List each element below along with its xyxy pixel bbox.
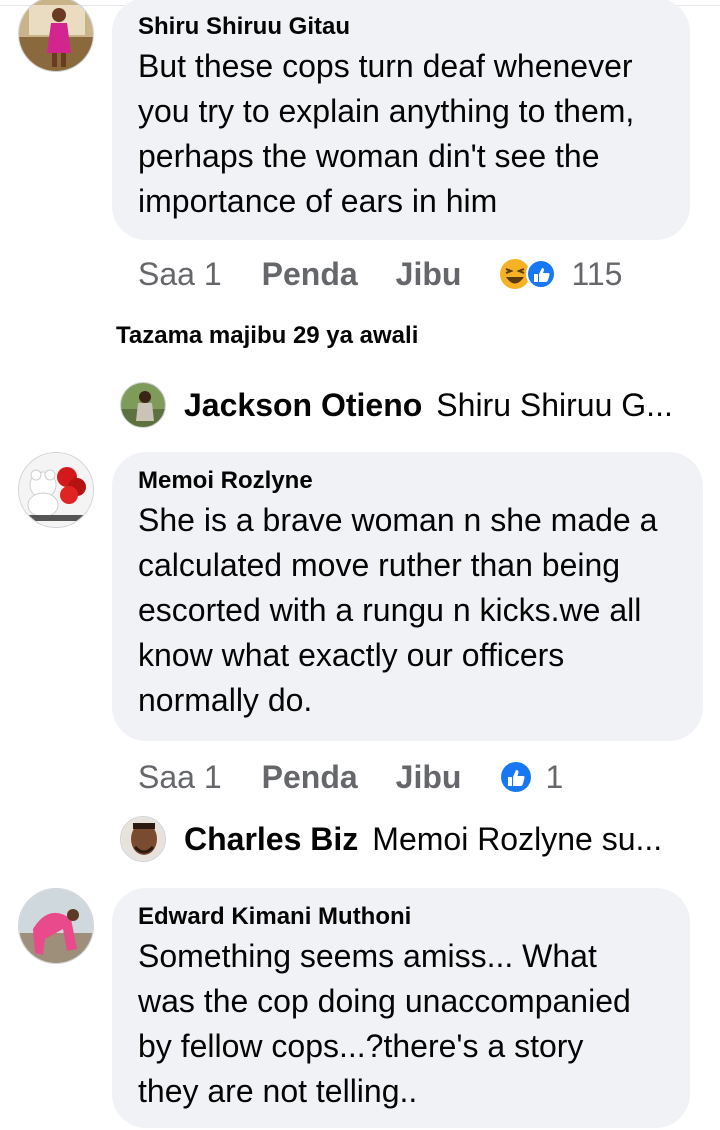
reply-button[interactable]: Jibu bbox=[396, 759, 462, 796]
haha-icon bbox=[500, 259, 531, 289]
comment-author[interactable]: Edward Kimani Muthoni bbox=[138, 902, 664, 932]
like-button[interactable]: Penda bbox=[262, 759, 358, 796]
comment-text: She is a brave woman n she made a calcul… bbox=[138, 502, 658, 718]
comment-bubble: Memoi Rozlyne She is a brave woman n she… bbox=[112, 452, 703, 741]
reply-preview-charles[interactable]: Charles Biz Memoi Rozlyne su... bbox=[120, 816, 662, 862]
view-previous-replies[interactable]: Tazama majibu 29 ya awali bbox=[116, 322, 418, 350]
like-icon bbox=[526, 259, 557, 289]
reaction-count[interactable]: 115 bbox=[571, 256, 622, 293]
comment-time[interactable]: Saa 1 bbox=[138, 256, 222, 293]
reaction-icons[interactable] bbox=[499, 256, 559, 292]
comment-bubble: Shiru Shiruu Gitau But these cops turn d… bbox=[112, 0, 690, 240]
reaction-icons[interactable] bbox=[499, 759, 533, 795]
avatar-edward[interactable] bbox=[18, 888, 94, 964]
like-icon bbox=[501, 762, 532, 792]
comment-author[interactable]: Shiru Shiruu Gitau bbox=[138, 12, 664, 42]
comment-author[interactable]: Memoi Rozlyne bbox=[138, 466, 677, 496]
comment-actions: Saa 1 Penda Jibu 1 bbox=[138, 757, 563, 797]
comment-text: But these cops turn deaf whenever you tr… bbox=[138, 48, 635, 219]
avatar-charles bbox=[120, 816, 166, 862]
like-button[interactable]: Penda bbox=[262, 256, 358, 293]
reaction-count[interactable]: 1 bbox=[545, 759, 563, 796]
comment-time[interactable]: Saa 1 bbox=[138, 759, 222, 796]
comment-bubble: Edward Kimani Muthoni Something seems am… bbox=[112, 888, 690, 1128]
avatar-shiru[interactable] bbox=[18, 0, 94, 72]
reply-author: Charles Biz bbox=[184, 820, 359, 857]
reply-author: Jackson Otieno bbox=[184, 386, 423, 423]
reply-preview-text: Shiru Shiruu G... bbox=[436, 386, 673, 423]
comment-actions: Saa 1 Penda Jibu 115 bbox=[138, 254, 622, 294]
reply-preview-text: Memoi Rozlyne su... bbox=[372, 820, 663, 857]
avatar-memoi[interactable] bbox=[18, 452, 94, 528]
comment-text: Something seems amiss... What was the co… bbox=[138, 938, 631, 1109]
reply-preview-jackson[interactable]: Jackson Otieno Shiru Shiruu G... bbox=[120, 382, 673, 428]
avatar-jackson bbox=[120, 382, 166, 428]
reply-button[interactable]: Jibu bbox=[396, 256, 462, 293]
